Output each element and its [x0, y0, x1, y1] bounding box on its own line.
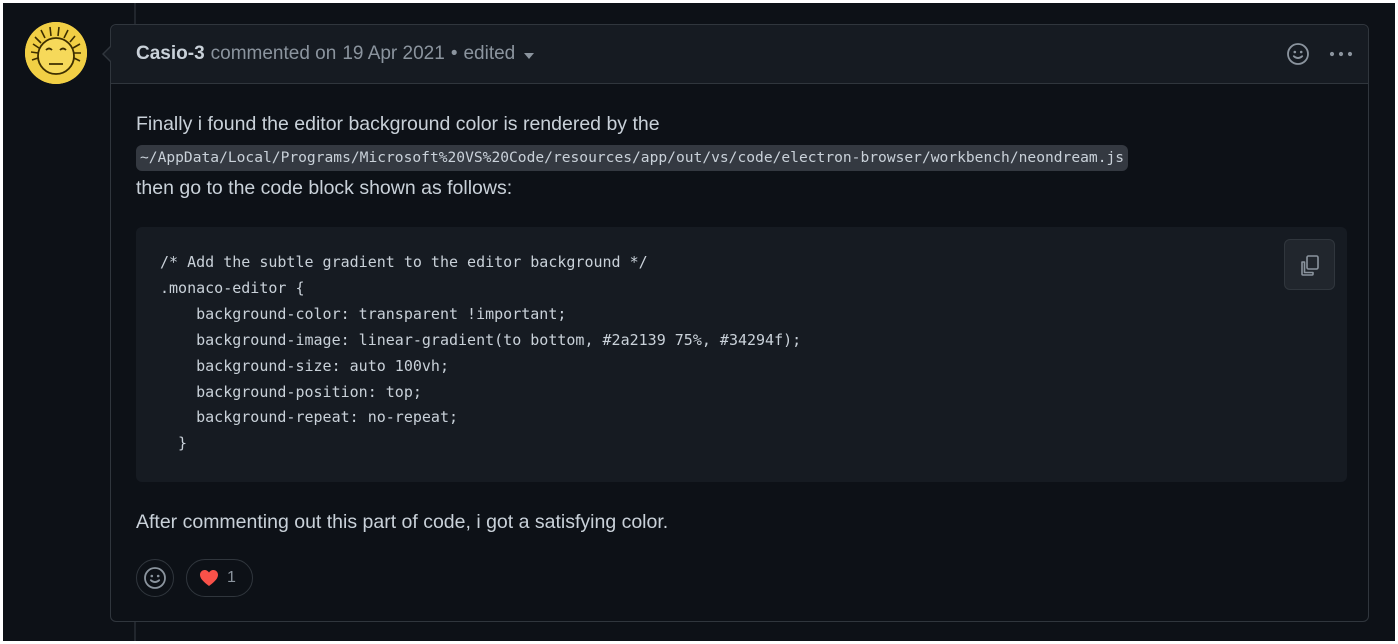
then-text: then go to the code block shown as follo…: [136, 177, 513, 199]
comment-card: Casio-3 commented on 19 Apr 2021 • edite…: [110, 24, 1369, 622]
add-reaction-button[interactable]: [1286, 42, 1310, 66]
comment-date[interactable]: 19 Apr 2021: [342, 43, 444, 65]
heart-count: 1: [227, 569, 236, 586]
edited-dropdown[interactable]: edited: [463, 43, 535, 65]
smiley-icon: [1287, 43, 1309, 65]
edited-label: edited: [463, 43, 516, 64]
comment-action: commented on: [210, 43, 337, 64]
reactions-bar: 1: [136, 559, 1348, 597]
avatar[interactable]: [25, 22, 87, 84]
smiley-icon: [144, 567, 166, 589]
heart-icon: [200, 570, 218, 586]
comment-arrow-inner: [104, 47, 111, 61]
chevron-down-icon: [524, 53, 535, 59]
kebab-horizontal-icon: [1329, 51, 1353, 57]
code-content[interactable]: /* Add the subtle gradient to the editor…: [160, 250, 801, 457]
code-block: /* Add the subtle gradient to the editor…: [136, 227, 1347, 482]
more-options-button[interactable]: [1328, 50, 1354, 58]
comment-body: Finally i found the editor background co…: [111, 84, 1368, 597]
avatar-image: [25, 22, 87, 84]
copy-icon: [1300, 254, 1319, 276]
add-reaction-footer-button[interactable]: [136, 559, 174, 597]
copy-button[interactable]: [1284, 239, 1335, 290]
heart-reaction-button[interactable]: 1: [186, 559, 253, 597]
author-link[interactable]: Casio-3: [136, 43, 205, 65]
intro-text: Finally i found the editor background co…: [136, 113, 660, 135]
comment-header: Casio-3 commented on 19 Apr 2021 • edite…: [111, 25, 1368, 84]
page-frame: Casio-3 commented on 19 Apr 2021 • edite…: [3, 3, 1395, 641]
separator-dot: •: [450, 43, 458, 64]
inline-code-path: ~/AppData/Local/Programs/Microsoft%20VS%…: [136, 145, 1129, 171]
after-text: After commenting out this part of code, …: [136, 511, 669, 533]
